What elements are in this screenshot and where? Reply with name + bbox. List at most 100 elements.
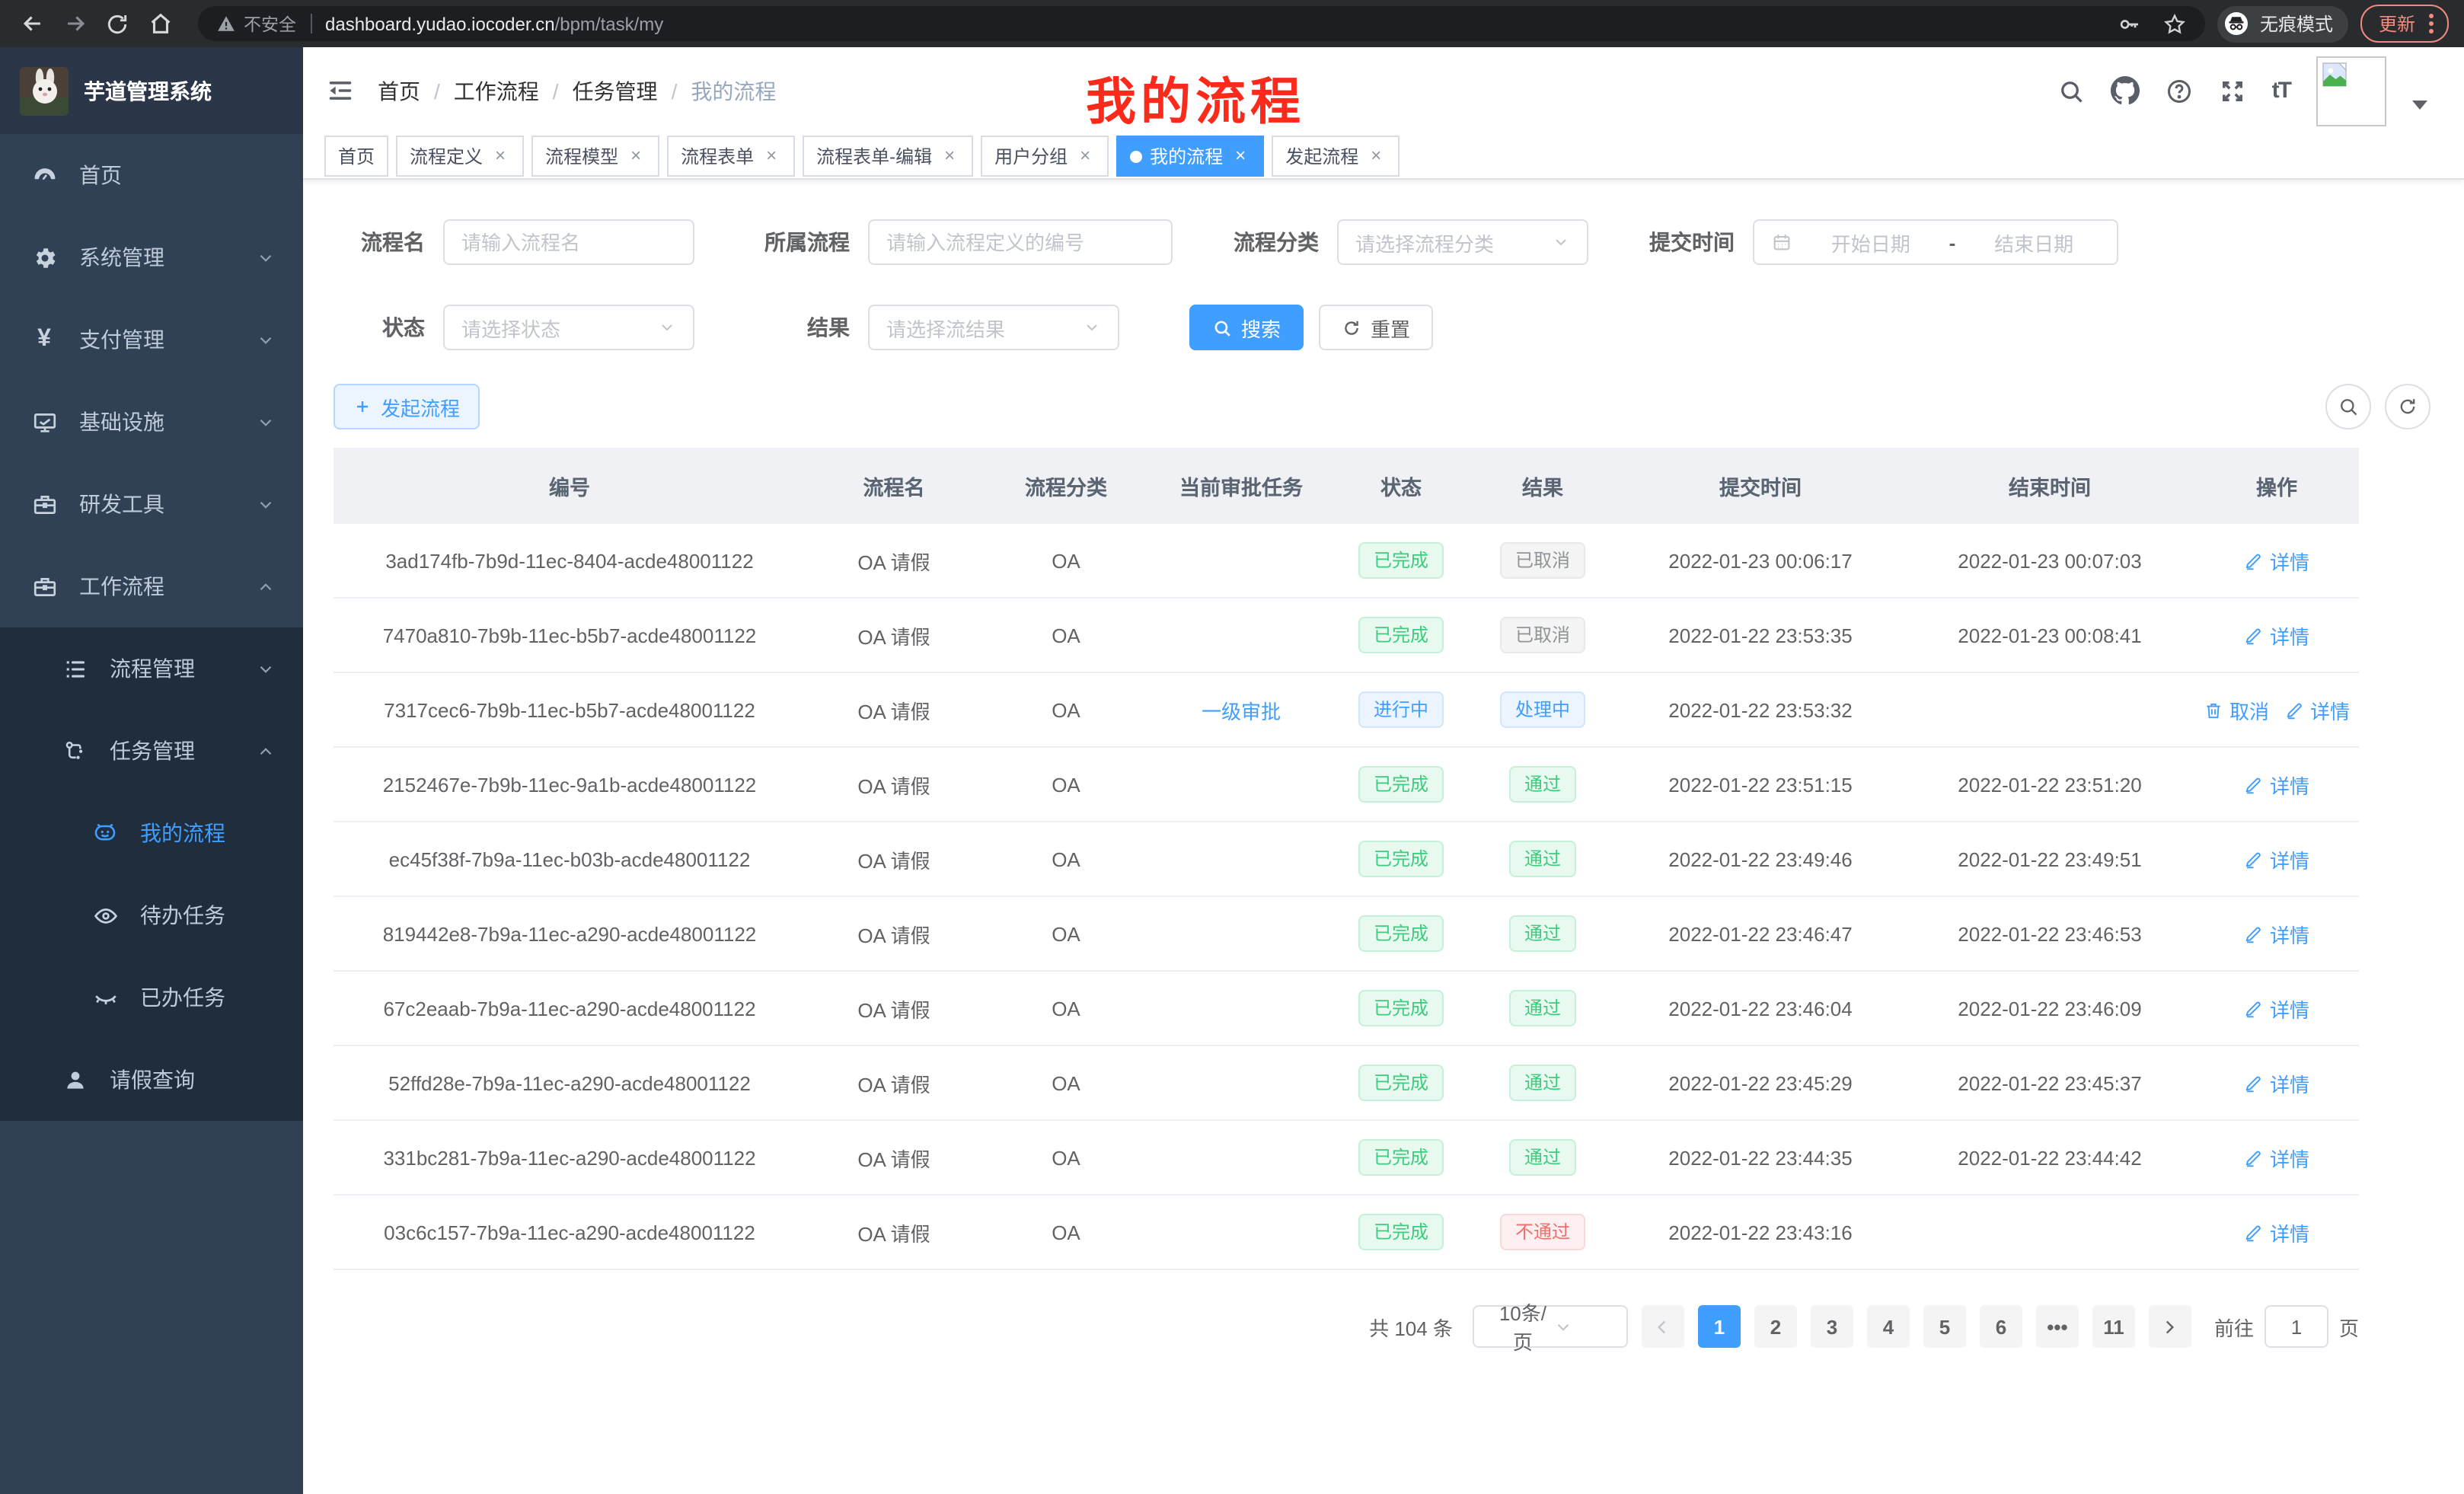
action-cancel-link[interactable]: 取消 (2204, 695, 2269, 724)
action-detail-link[interactable]: 详情 (2244, 1218, 2309, 1247)
close-icon[interactable]: × (1230, 146, 1250, 166)
goto-page-input[interactable] (2265, 1305, 2328, 1348)
create-process-button[interactable]: 发起流程 (334, 384, 480, 429)
page-button-11[interactable]: 11 (2092, 1305, 2135, 1348)
search-button[interactable]: 搜索 (1189, 305, 1304, 350)
sidebar-item-infrastructure[interactable]: 基础设施 (0, 381, 303, 463)
page-button-3[interactable]: 3 (1811, 1305, 1853, 1348)
cell-end-time: 2022-01-22 23:46:09 (1905, 971, 2194, 1045)
tab-user-group[interactable]: 用户分组× (981, 136, 1109, 177)
header-search-icon[interactable] (2057, 77, 2085, 104)
tab-my-process[interactable]: 我的流程× (1116, 136, 1264, 177)
status-label: 状态 (334, 312, 443, 343)
avatar[interactable] (2316, 56, 2386, 126)
reset-button[interactable]: 重置 (1319, 305, 1433, 350)
update-label[interactable]: 更新 (2379, 11, 2415, 37)
sidebar-collapse-icon[interactable] (326, 76, 355, 105)
sidebar-item-dev-tools[interactable]: 研发工具 (0, 463, 303, 545)
tab-process-form-edit[interactable]: 流程表单-编辑× (803, 136, 973, 177)
table-row: 3ad174fb-7b9d-11ec-8404-acde48001122OA 请… (334, 524, 2359, 598)
app-logo-row[interactable]: 芋道管理系统 (0, 47, 303, 134)
page-ellipsis[interactable]: ••• (2036, 1305, 2079, 1348)
key-icon[interactable] (2117, 11, 2141, 36)
sidebar-item-system-mgmt[interactable]: 系统管理 (0, 216, 303, 298)
close-icon[interactable]: × (761, 146, 781, 166)
page-size-select[interactable]: 10条/页 (1473, 1305, 1628, 1348)
page-button-5[interactable]: 5 (1923, 1305, 1966, 1348)
refresh-table-button[interactable] (2385, 384, 2430, 429)
tab-process-definition[interactable]: 流程定义× (396, 136, 524, 177)
close-icon[interactable]: × (490, 146, 510, 166)
action-detail-link[interactable]: 详情 (2244, 919, 2309, 948)
cell-process-id: 331bc281-7b9a-11ec-a290-acde48001122 (334, 1120, 806, 1195)
action-detail-link[interactable]: 详情 (2244, 546, 2309, 575)
browser-home-icon[interactable] (143, 7, 177, 40)
bookmark-star-icon[interactable] (2162, 11, 2187, 36)
browser-back-icon[interactable] (15, 7, 49, 40)
action-detail-link[interactable]: 详情 (2284, 695, 2350, 724)
github-icon[interactable] (2111, 76, 2140, 105)
prev-page-button[interactable] (1642, 1305, 1684, 1348)
current-task-link[interactable]: 一级审批 (1202, 695, 1281, 724)
close-icon[interactable]: × (626, 146, 646, 166)
sidebar-item-leave-query[interactable]: 请假查询 (0, 1039, 303, 1121)
page-button-6[interactable]: 6 (1980, 1305, 2022, 1348)
sidebar-item-process-mgmt[interactable]: 流程管理 (0, 627, 303, 710)
breadcrumb-item[interactable]: 首页 (378, 75, 420, 106)
calendar-icon (1771, 231, 1792, 253)
category-select[interactable]: 请选择流程分类 (1337, 219, 1588, 265)
tab-process-model[interactable]: 流程模型× (531, 136, 659, 177)
action-detail-link[interactable]: 详情 (2244, 844, 2309, 873)
sidebar-item-label: 基础设施 (79, 407, 164, 437)
page-button-1[interactable]: 1 (1698, 1305, 1741, 1348)
close-icon[interactable]: × (940, 146, 959, 166)
table-row: 7470a810-7b9b-11ec-b5b7-acde48001122OA 请… (334, 598, 2359, 672)
fullscreen-icon[interactable] (2219, 77, 2246, 104)
sidebar-item-payment-mgmt[interactable]: ¥支付管理 (0, 298, 303, 381)
end-date-placeholder[interactable]: 结束日期 (1968, 228, 2100, 257)
pen-icon (2244, 1073, 2264, 1093)
sidebar-item-my-process[interactable]: 我的流程 (0, 792, 303, 874)
process-def-input[interactable] (868, 219, 1173, 265)
next-page-button[interactable] (2149, 1305, 2191, 1348)
tab-home[interactable]: 首页 (324, 136, 388, 177)
browser-forward-icon[interactable] (58, 7, 91, 40)
cell-actions: 详情 (2194, 1195, 2359, 1269)
action-detail-link[interactable]: 详情 (2244, 770, 2309, 799)
security-label[interactable]: 不安全 (244, 11, 296, 36)
toggle-search-button[interactable] (2325, 384, 2371, 429)
sidebar-item-task-mgmt[interactable]: 任务管理 (0, 710, 303, 792)
tab-process-form[interactable]: 流程表单× (667, 136, 795, 177)
page-button-4[interactable]: 4 (1867, 1305, 1910, 1348)
close-icon[interactable]: × (1075, 146, 1095, 166)
browser-update-button[interactable]: 更新 (2360, 5, 2449, 43)
action-detail-link[interactable]: 详情 (2244, 994, 2309, 1023)
sidebar-item-home[interactable]: 首页 (0, 134, 303, 216)
status-badge: 已完成 (1358, 841, 1444, 877)
avatar-caret-icon[interactable] (2412, 100, 2427, 109)
action-detail-link[interactable]: 详情 (2244, 621, 2309, 650)
submit-time-range-picker[interactable]: 开始日期 - 结束日期 (1753, 219, 2118, 265)
action-detail-link[interactable]: 详情 (2244, 1068, 2309, 1097)
page-button-2[interactable]: 2 (1754, 1305, 1797, 1348)
address-bar[interactable]: 不安全 dashboard.yudao.iocoder.cn /bpm/task… (198, 6, 2205, 41)
action-detail-link[interactable]: 详情 (2244, 1143, 2309, 1172)
cell-category: OA (982, 896, 1150, 971)
help-icon[interactable] (2166, 77, 2193, 104)
status-select[interactable]: 请选择状态 (443, 305, 694, 350)
cell-process-name: OA 请假 (806, 896, 982, 971)
browser-menu-icon[interactable] (2429, 14, 2434, 34)
sidebar-item-todo-tasks[interactable]: 待办任务 (0, 874, 303, 956)
close-icon[interactable]: × (1366, 146, 1386, 166)
process-name-input[interactable] (443, 219, 694, 265)
cell-process-id: 3ad174fb-7b9d-11ec-8404-acde48001122 (334, 524, 806, 598)
start-date-placeholder[interactable]: 开始日期 (1805, 228, 1937, 257)
breadcrumb-item[interactable]: 工作流程 (454, 75, 539, 106)
breadcrumb-item[interactable]: 任务管理 (573, 75, 658, 106)
result-select[interactable]: 请选择流结果 (868, 305, 1119, 350)
browser-reload-icon[interactable] (101, 7, 134, 40)
sidebar-item-workflow[interactable]: 工作流程 (0, 545, 303, 627)
fontsize-icon[interactable]: tT (2272, 78, 2290, 104)
tab-start-process[interactable]: 发起流程× (1272, 136, 1400, 177)
sidebar-item-done-tasks[interactable]: 已办任务 (0, 956, 303, 1039)
